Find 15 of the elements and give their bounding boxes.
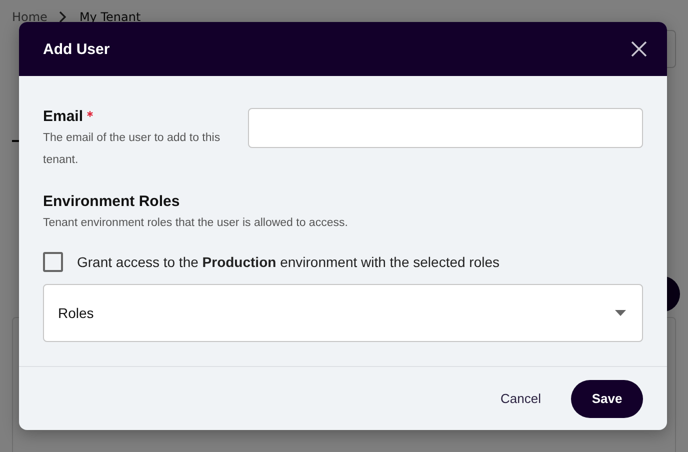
roles-help-text: Tenant environment roles that the user is allowed to access.: [43, 216, 349, 231]
email-label: Email: [43, 108, 84, 125]
caret-down-icon: [615, 310, 626, 316]
save-button[interactable]: Save: [571, 380, 643, 418]
dialog-title: Add User: [43, 40, 110, 58]
email-input[interactable]: [248, 108, 643, 148]
close-icon: [631, 41, 647, 57]
roles-dropdown[interactable]: Roles: [43, 284, 643, 342]
email-help-text: The email of the user to add to this tenant.: [43, 131, 222, 168]
checkbox[interactable]: [43, 252, 63, 272]
roles-title: Environment Roles: [43, 193, 181, 210]
cancel-button[interactable]: Cancel: [482, 380, 559, 418]
chevron-right-icon: [59, 11, 68, 23]
close-button[interactable]: [631, 41, 647, 57]
checkbox-label: Grant access to the Production environment with the selected roles: [77, 254, 500, 270]
